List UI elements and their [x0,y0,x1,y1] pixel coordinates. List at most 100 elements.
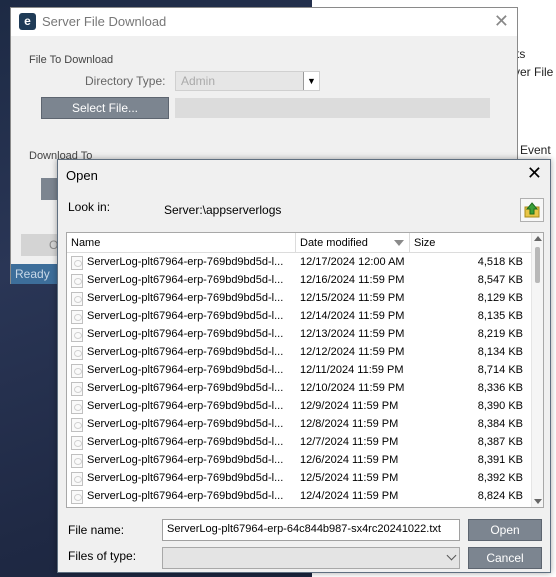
column-header-size[interactable]: Size [410,233,532,253]
file-icon [71,490,83,504]
file-date: 12/8/2024 11:59 PM [300,418,399,430]
file-row[interactable]: ServerLog-plt67964-erp-769bd9bd5d-l... 12… [67,325,532,343]
scroll-down-icon[interactable] [534,499,542,504]
files-of-type-select[interactable] [162,547,460,569]
file-to-download-label: File To Download [29,54,114,66]
file-name: ServerLog-plt67964-erp-769bd9bd5d-l... [87,292,284,304]
dialog-title: Open [66,168,98,183]
file-date: 12/3/2024 11:59 PM [300,505,398,507]
select-file-button[interactable]: Select File... [41,97,169,119]
file-row[interactable]: ServerLog-plt67964-erp-769bd9bd5d-l... 12… [67,469,532,487]
file-date: 12/16/2024 11:59 PM [300,274,405,286]
close-icon[interactable]: ✕ [527,163,542,184]
file-name-input[interactable]: ServerLog-plt67964-erp-64c844b987-sx4rc2… [162,519,460,541]
file-name: ServerLog-plt67964-erp-769bd9bd5d-l... [87,418,284,430]
column-header-name[interactable]: Name [67,233,296,253]
file-icon [71,454,83,468]
file-size: 8,391 KB [477,454,523,466]
cancel-button[interactable]: Cancel [468,547,542,569]
file-icon [71,292,83,306]
file-row[interactable]: ServerLog-plt67964-erp-769bd9bd5d-l... 12… [67,505,532,507]
file-name: ServerLog-plt67964-erp-769bd9bd5d-l... [87,328,284,340]
file-row[interactable]: ServerLog-plt67964-erp-769bd9bd5d-l... 12… [67,271,532,289]
file-size: 8,134 KB [477,346,523,358]
file-row[interactable]: ServerLog-plt67964-erp-769bd9bd5d-l... 12… [67,415,532,433]
file-row[interactable]: ServerLog-plt67964-erp-769bd9bd5d-l... 12… [67,343,532,361]
file-size: 8,392 KB [477,472,523,484]
scrollbar-thumb[interactable] [535,247,540,283]
look-in-label: Look in: [68,200,111,214]
file-row[interactable]: ServerLog-plt67964-erp-769bd9bd5d-l... 12… [67,451,532,469]
file-row[interactable]: ServerLog-plt67964-erp-769bd9bd5d-l... 12… [67,253,532,271]
selected-file-path-field[interactable] [175,98,490,118]
file-rows: ServerLog-plt67964-erp-769bd9bd5d-l... 12… [67,253,532,507]
column-header-date-modified[interactable]: Date modified [296,233,410,253]
file-icon [71,328,83,342]
file-size: 4,518 KB [477,256,523,268]
file-name: ServerLog-plt67964-erp-769bd9bd5d-l... [87,505,294,507]
file-icon [71,310,83,324]
file-date: 12/10/2024 11:59 PM [300,382,405,394]
directory-type-select[interactable]: Admin ▼ [175,71,320,91]
file-name: ServerLog-plt67964-erp-769bd9bd5d-l... [87,490,284,502]
file-row[interactable]: ServerLog-plt67964-erp-769bd9bd5d-l... 12… [67,361,532,379]
open-button[interactable]: Open [468,519,542,541]
folder-up-icon [524,202,540,218]
file-name: ServerLog-plt67964-erp-769bd9bd5d-l... [87,454,284,466]
vertical-scrollbar[interactable] [531,233,543,507]
directory-type-label: Directory Type: [85,74,166,88]
file-date: 12/4/2024 11:59 PM [300,490,399,502]
background-app-text: Event [520,143,551,157]
file-row[interactable]: ServerLog-plt67964-erp-769bd9bd5d-l... 12… [67,289,532,307]
file-row[interactable]: ServerLog-plt67964-erp-769bd9bd5d-l... 12… [67,397,532,415]
scroll-up-icon[interactable] [534,236,542,241]
file-row[interactable]: ServerLog-plt67964-erp-769bd9bd5d-l... 12… [67,487,532,505]
file-name: ServerLog-plt67964-erp-769bd9bd5d-l... [87,346,284,358]
file-size: 8,547 KB [477,274,523,286]
file-date: 12/11/2024 11:59 PM [300,364,404,376]
window-titlebar: e Server File Download ✕ [11,8,517,36]
up-one-level-button[interactable] [520,198,544,222]
file-size: 8,824 KB [477,490,523,502]
file-row[interactable]: ServerLog-plt67964-erp-769bd9bd5d-l... 12… [67,307,532,325]
file-date: 12/14/2024 11:59 PM [300,310,405,322]
directory-type-value: Admin [181,74,216,88]
file-icon [71,364,83,378]
file-date: 12/6/2024 11:59 PM [300,454,399,466]
file-name: ServerLog-plt67964-erp-769bd9bd5d-l... [87,310,284,322]
file-row[interactable]: ServerLog-plt67964-erp-769bd9bd5d-l... 12… [67,379,532,397]
app-logo-icon: e [19,13,36,30]
file-icon [71,400,83,414]
file-name: ServerLog-plt67964-erp-769bd9bd5d-l... [87,436,284,448]
file-date: 12/13/2024 11:59 PM [300,328,405,340]
file-icon [71,346,83,360]
file-icon [71,418,83,432]
file-size: 8,387 KB [477,436,523,448]
file-icon [71,472,83,486]
file-date: 12/7/2024 11:59 PM [300,436,399,448]
file-name: ServerLog-plt67964-erp-769bd9bd5d-l... [87,274,284,286]
file-name: ServerLog-plt67964-erp-769bd9bd5d-l... [87,382,284,394]
file-size: 8,135 KB [477,310,523,322]
file-size: 8,129 KB [477,292,523,304]
ok-button[interactable]: O [21,234,61,256]
file-name: ServerLog-plt67964-erp-769bd9bd5d-l... [87,364,284,376]
file-size: 8,714 KB [477,364,523,376]
file-name: ServerLog-plt67964-erp-769bd9bd5d-l... [87,400,284,412]
file-size: 8,828 KB [410,505,523,507]
file-icon [71,256,83,270]
file-date: 12/15/2024 11:59 PM [300,292,405,304]
close-icon[interactable]: ✕ [494,11,509,32]
file-size: 8,390 KB [477,400,523,412]
column-header-date-label: Date modified [300,237,368,249]
file-list[interactable]: Name Date modified Size ServerLog-plt679… [66,232,544,508]
chevron-down-icon[interactable] [446,550,457,561]
file-name-label: File name: [68,523,125,537]
files-of-type-label: Files of type: [68,549,137,563]
file-size: 8,384 KB [477,418,523,430]
file-size: 8,336 KB [477,382,523,394]
file-row[interactable]: ServerLog-plt67964-erp-769bd9bd5d-l... 12… [67,433,532,451]
chevron-down-icon[interactable]: ▼ [303,72,319,90]
file-size: 8,219 KB [477,328,523,340]
look-in-path[interactable]: Server:\appserverlogs [164,203,281,217]
